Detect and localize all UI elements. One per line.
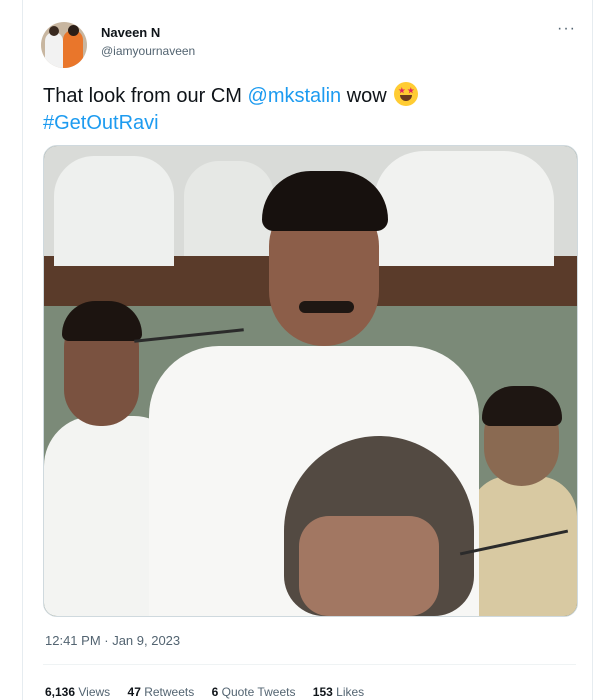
more-options-icon[interactable]: ··· <box>557 20 576 38</box>
retweets-stat[interactable]: 47 Retweets <box>128 685 195 699</box>
tweet-text-suffix: wow <box>341 85 387 107</box>
mention-link[interactable]: @mkstalin <box>248 85 342 107</box>
tweet-card: Naveen N @iamyournaveen ··· That look fr… <box>22 0 593 700</box>
avatar[interactable] <box>41 22 87 68</box>
star-struck-emoji-icon <box>394 82 419 106</box>
quote-tweets-stat[interactable]: 6 Quote Tweets <box>212 685 296 699</box>
tweet-text: That look from our CM @mkstalin wow #Get… <box>43 82 563 137</box>
likes-stat[interactable]: 153 Likes <box>313 685 364 699</box>
author-handle[interactable]: @iamyournaveen <box>101 44 195 58</box>
tweet-stats: 6,136 Views 47 Retweets 6 Quote Tweets 1… <box>45 685 378 699</box>
hashtag-link[interactable]: #GetOutRavi <box>43 112 159 134</box>
tweet-text-prefix: That look from our CM <box>43 85 248 107</box>
views-stat[interactable]: 6,136 Views <box>45 685 110 699</box>
tweet-video[interactable] <box>43 145 578 617</box>
author-name[interactable]: Naveen N <box>101 25 160 40</box>
tweet-timestamp[interactable]: 12:41 PM · Jan 9, 2023 <box>45 633 180 648</box>
divider <box>43 664 576 665</box>
